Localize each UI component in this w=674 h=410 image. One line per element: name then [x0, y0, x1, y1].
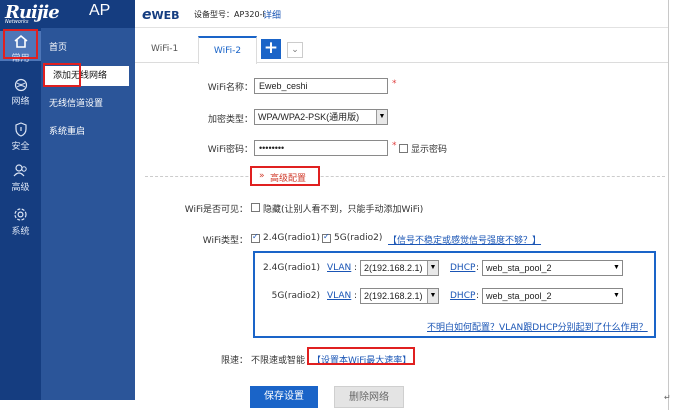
rail-label: 网络 — [11, 97, 30, 107]
rate-limit-value: 不限速或智能 — [251, 356, 306, 366]
rail-item-advanced[interactable]: 高级 — [0, 163, 41, 193]
rail-item-security[interactable]: 安全 — [0, 122, 41, 152]
advanced-label: 高级配置 — [270, 174, 307, 184]
encryption-value: WPA/WPA2-PSK(通用版) — [258, 112, 360, 122]
colon: : — [354, 263, 358, 273]
rail-label: 高级 — [11, 183, 30, 193]
vlan-link[interactable]: VLAN — [327, 263, 351, 273]
dropdown-arrow-icon: ▼ — [376, 110, 387, 124]
tab-bar: WiFi-1 WiFi-2 + ⌄ — [135, 36, 670, 64]
shield-icon — [14, 122, 27, 137]
radio1-label: 2.4G(radio1) — [263, 233, 320, 243]
radio2-dhcp-value: web_sta_pool_2 — [486, 291, 552, 301]
radio2-vlan-value: 2(192.168.2.1) — [364, 291, 423, 301]
ruijie-logo-sub: Networks — [5, 19, 29, 25]
radio1-vlan-select[interactable]: 2(192.168.2.1) ▼ — [360, 260, 439, 276]
radio2-dhcp-select[interactable]: web_sta_pool_2 ▼ — [482, 288, 623, 304]
radio1-vlan-value: 2(192.168.2.1) — [364, 263, 423, 273]
advanced-toggle[interactable]: » 高级配置 — [250, 166, 320, 186]
save-button[interactable]: 保存设置 — [250, 386, 318, 408]
chevron-down-icon[interactable]: ⌄ — [287, 42, 303, 58]
vlan-link[interactable]: VLAN — [327, 291, 351, 301]
encryption-select[interactable]: WPA/WPA2-PSK(通用版) ▼ — [254, 109, 388, 125]
globe-icon — [14, 78, 27, 92]
dropdown-arrow-icon: ▼ — [611, 261, 622, 275]
rail-label: 安全 — [11, 142, 30, 152]
divider — [145, 176, 665, 177]
brand-header: Ruijie Networks AP — [0, 0, 135, 28]
radio1-name: 2.4G(radio1) — [263, 263, 320, 273]
users-icon — [13, 164, 27, 177]
radio2-label: 5G(radio2) — [334, 233, 383, 243]
rail-item-network[interactable]: 网络 — [0, 78, 41, 107]
gear-icon — [14, 208, 27, 221]
visible-label: WiFi是否可见： — [184, 205, 248, 215]
dropdown-arrow-icon: ▼ — [427, 289, 438, 303]
ssid-label: WiFi名称： — [207, 83, 253, 93]
sub-item-channel[interactable]: 无线信道设置 — [41, 94, 135, 114]
radio2-checkbox[interactable] — [322, 232, 331, 243]
add-tab-button[interactable]: + — [261, 39, 281, 59]
radio1-checkbox[interactable] — [251, 232, 260, 243]
colon: : — [476, 291, 480, 301]
show-password-label: 显示密码 — [411, 145, 448, 155]
tab-wifi-1[interactable]: WiFi-1 — [151, 36, 178, 63]
vlan-dhcp-help-link[interactable]: 不明白如何配置？VLAN跟DHCP分别起到了什么作用？ — [427, 320, 648, 333]
colon: : — [354, 291, 358, 301]
sub-item-reboot[interactable]: 系统重启 — [41, 122, 135, 142]
type-label: WiFi类型： — [202, 236, 248, 246]
highlight-box — [3, 29, 38, 59]
rate-limit-label: 限速： — [220, 356, 248, 366]
rail-item-system[interactable]: 系统 — [0, 207, 41, 237]
product-model: AP — [89, 2, 111, 19]
hide-ssid-text: 隐藏(让别人看不到，只能手动添加WiFi) — [263, 205, 424, 215]
dhcp-link[interactable]: DHCP — [450, 291, 475, 301]
eweb-text: WEB — [151, 9, 180, 22]
signal-help-link[interactable]: 【信号不稳定或感觉信号强度不够？】 — [388, 233, 541, 246]
dropdown-arrow-icon: ▼ — [611, 289, 622, 303]
password-label: WiFi密码： — [207, 145, 253, 155]
device-model-label: 设备型号：AP320-I — [194, 10, 265, 19]
tab-wifi-2[interactable]: WiFi-2 — [198, 36, 257, 64]
top-header: eWEB 设备型号：AP320-I 详细 — [135, 0, 670, 28]
dropdown-arrow-icon: ▼ — [427, 261, 438, 275]
detail-link[interactable]: 详细 — [263, 8, 281, 21]
rail-label: 系统 — [11, 227, 30, 237]
required-mark: * — [392, 79, 397, 89]
show-password-checkbox[interactable] — [399, 144, 408, 153]
sub-item-home[interactable]: 首页 — [41, 38, 135, 58]
scrollbar[interactable] — [668, 0, 674, 410]
double-chevron-down-icon: » — [259, 171, 265, 181]
encryption-label: 加密类型： — [207, 115, 253, 125]
highlight-box — [307, 347, 415, 365]
dhcp-link[interactable]: DHCP — [450, 263, 475, 273]
radio1-dhcp-select[interactable]: web_sta_pool_2 ▼ — [482, 260, 623, 276]
ssid-input[interactable]: Eweb_ceshi — [254, 78, 388, 94]
app-window: Ruijie Networks AP 常用 网络 安全 高级 系统 首页 添加无… — [0, 0, 674, 410]
highlight-box — [43, 63, 81, 87]
radio2-vlan-select[interactable]: 2(192.168.2.1) ▼ — [360, 288, 439, 304]
radio1-dhcp-value: web_sta_pool_2 — [486, 263, 552, 273]
return-icon: ↵ — [664, 393, 671, 402]
radio2-name: 5G(radio2) — [271, 291, 320, 301]
required-mark: * — [392, 141, 397, 151]
e-glyph: e — [142, 7, 152, 23]
delete-network-button[interactable]: 删除网络 — [334, 386, 404, 408]
eweb-logo: eWEB — [142, 7, 180, 23]
colon: : — [476, 263, 480, 273]
password-input[interactable]: •••••••• — [254, 140, 388, 156]
hide-ssid-checkbox[interactable] — [251, 203, 260, 212]
